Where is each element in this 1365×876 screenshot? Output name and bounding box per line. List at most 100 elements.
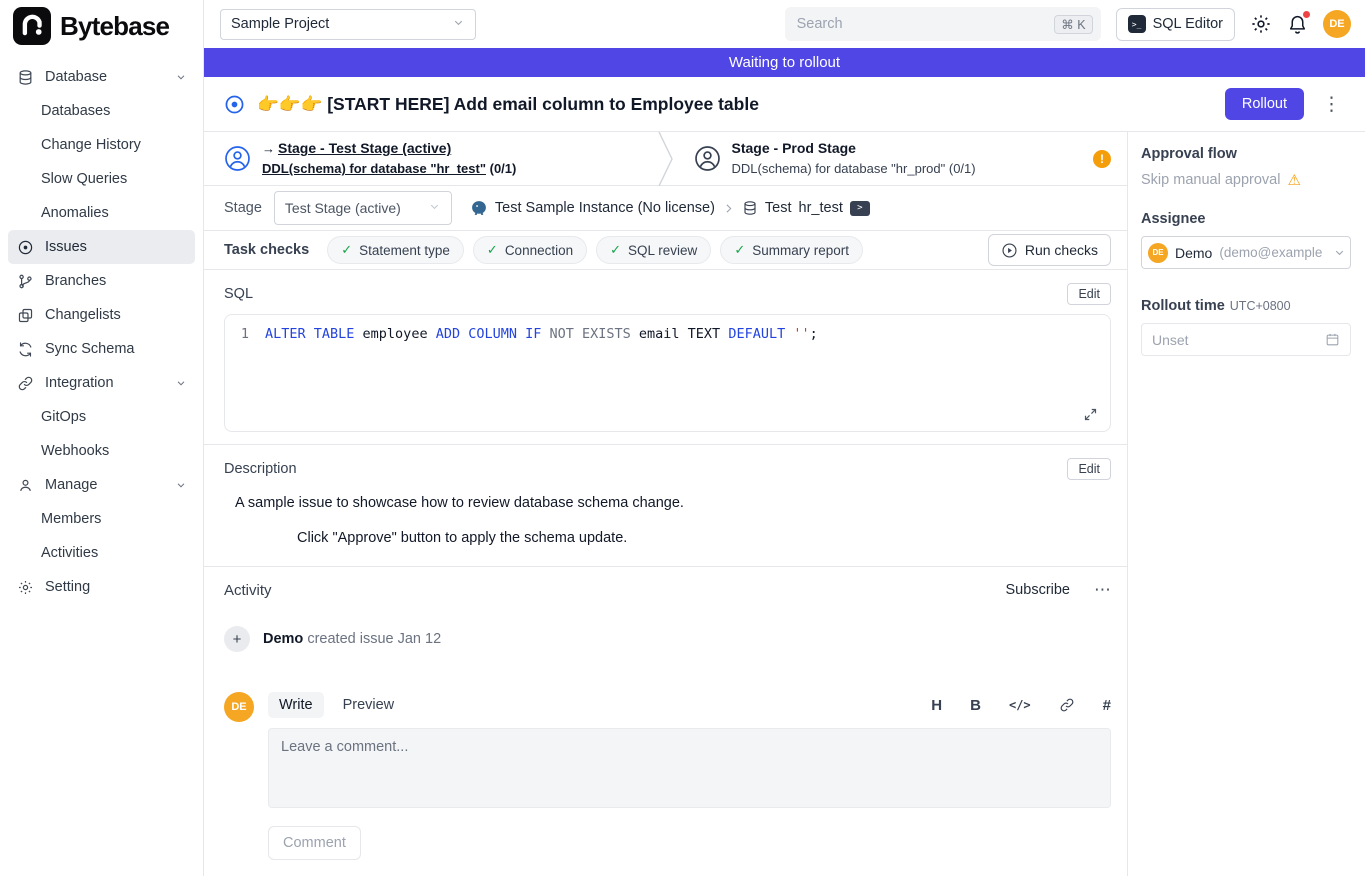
environment-name: Test xyxy=(765,200,792,216)
check-pill-connection[interactable]: ✓Connection xyxy=(473,236,587,264)
hash-format-icon[interactable]: # xyxy=(1103,697,1111,714)
postgres-elephant-icon xyxy=(470,199,488,217)
rollout-button[interactable]: Rollout xyxy=(1225,88,1304,120)
comment-submit-button[interactable]: Comment xyxy=(268,826,361,860)
chevron-down-icon xyxy=(1333,246,1346,259)
settings-gear-icon[interactable] xyxy=(1250,13,1272,35)
issue-title: 👉👉👉 [START HERE] Add email column to Emp… xyxy=(257,94,759,115)
chevron-down-icon xyxy=(175,377,187,389)
project-selector-value: Sample Project xyxy=(231,16,329,32)
sql-editor-block[interactable]: 1ALTER TABLE employee ADD COLUMN IF NOT … xyxy=(224,314,1111,432)
event-actor: Demo xyxy=(263,631,303,647)
comment-composer: DE Write Preview H B </> # xyxy=(224,692,1111,876)
tab-preview[interactable]: Preview xyxy=(332,692,406,718)
sidebar-item-database[interactable]: Database xyxy=(8,60,195,94)
sidebar-item-sync-schema[interactable]: Sync Schema xyxy=(8,332,195,366)
assignee-name: Demo xyxy=(1175,245,1212,261)
description-text: Click "Approve" button to apply the sche… xyxy=(297,530,1111,546)
sql-edit-button[interactable]: Edit xyxy=(1067,283,1111,305)
activity-event: + Demo created issue Jan 12 xyxy=(224,626,1111,652)
brand-header[interactable]: Bytebase xyxy=(0,0,203,52)
open-in-sql-editor-icon[interactable]: > xyxy=(850,201,870,216)
heading-format-icon[interactable]: H xyxy=(931,697,942,714)
warning-badge: ! xyxy=(1093,150,1111,168)
tab-write[interactable]: Write xyxy=(268,692,324,718)
activity-menu-icon[interactable]: ⋯ xyxy=(1094,580,1111,600)
stage-test-cell[interactable]: →Stage - Test Stage (active) DDL(schema)… xyxy=(204,132,658,185)
stage-select[interactable]: Test Stage (active) xyxy=(274,191,452,225)
brand-name: Bytebase xyxy=(60,11,169,42)
calendar-icon xyxy=(1325,332,1340,347)
user-avatar: DE xyxy=(224,692,254,722)
user-icon xyxy=(16,477,34,494)
instance-name[interactable]: Test Sample Instance (No license) xyxy=(495,200,715,216)
sidebar-item-setting[interactable]: Setting xyxy=(8,570,195,604)
chevron-down-icon xyxy=(175,479,187,491)
sidebar-item-issues[interactable]: Issues xyxy=(8,230,195,264)
sidebar-item-members[interactable]: Members xyxy=(8,502,195,536)
notification-bell-icon[interactable] xyxy=(1287,14,1308,35)
topbar: Sample Project ⌘ K >_ SQL Editor DE xyxy=(204,0,1365,48)
stage-prod-cell[interactable]: Stage - Prod Stage DDL(schema) for datab… xyxy=(674,132,1128,185)
database-icon xyxy=(16,69,34,86)
sidebar-item-activities[interactable]: Activities xyxy=(8,536,195,570)
search-shortcut-badge: ⌘ K xyxy=(1054,15,1092,34)
play-circle-icon xyxy=(1001,242,1018,259)
subscribe-button[interactable]: Subscribe xyxy=(1006,582,1070,598)
description-section: Description Edit A sample issue to showc… xyxy=(204,444,1127,566)
sidebar-item-anomalies[interactable]: Anomalies xyxy=(8,196,195,230)
event-text: created issue Jan 12 xyxy=(307,631,441,647)
user-avatar[interactable]: DE xyxy=(1323,10,1351,38)
comment-input[interactable] xyxy=(268,728,1111,808)
chevron-down-icon xyxy=(452,16,465,33)
expand-icon[interactable] xyxy=(1083,407,1098,422)
description-edit-button[interactable]: Edit xyxy=(1067,458,1111,480)
sidebar-item-webhooks[interactable]: Webhooks xyxy=(8,434,195,468)
task-checks-label: Task checks xyxy=(224,242,309,258)
check-pill-summary-report[interactable]: ✓Summary report xyxy=(720,236,863,264)
notification-dot xyxy=(1303,11,1310,18)
rollout-time-label: Rollout time xyxy=(1141,298,1225,314)
database-name[interactable]: hr_test xyxy=(799,200,843,216)
stage-divider xyxy=(658,132,674,185)
rollout-time-input[interactable]: Unset xyxy=(1141,323,1351,356)
sql-editor-button[interactable]: >_ SQL Editor xyxy=(1116,8,1235,41)
sidebar-item-change-history[interactable]: Change History xyxy=(8,128,195,162)
rollout-timezone: UTC+0800 xyxy=(1230,299,1291,313)
chevron-right-icon xyxy=(722,202,735,215)
sync-icon xyxy=(16,341,34,358)
check-pill-statement-type[interactable]: ✓Statement type xyxy=(327,236,464,264)
project-selector[interactable]: Sample Project xyxy=(220,9,476,40)
approval-flow-label: Approval flow xyxy=(1141,146,1351,162)
stage-selector-row: Stage Test Stage (active) Test Sample In… xyxy=(204,186,1127,231)
main-column: Sample Project ⌘ K >_ SQL Editor DE xyxy=(204,0,1365,876)
issue-open-status-icon xyxy=(224,94,245,115)
link-icon xyxy=(16,375,34,392)
check-icon: ✓ xyxy=(341,242,352,258)
code-format-icon[interactable]: </> xyxy=(1009,698,1031,712)
chevron-down-icon xyxy=(175,71,187,83)
line-number: 1 xyxy=(225,326,265,342)
sidebar-item-databases[interactable]: Databases xyxy=(8,94,195,128)
sidebar-item-slow-queries[interactable]: Slow Queries xyxy=(8,162,195,196)
check-pill-sql-review[interactable]: ✓SQL review xyxy=(596,236,711,264)
sidebar-item-gitops[interactable]: GitOps xyxy=(8,400,195,434)
activity-label: Activity xyxy=(224,582,272,599)
bytebase-logo-icon xyxy=(13,7,51,45)
app-root: Bytebase Database Databases Change Histo… xyxy=(0,0,1365,876)
assignee-select[interactable]: DE Demo (demo@example xyxy=(1141,236,1351,269)
sidebar-item-branches[interactable]: Branches xyxy=(8,264,195,298)
bold-format-icon[interactable]: B xyxy=(970,697,981,714)
run-checks-button[interactable]: Run checks xyxy=(988,234,1111,266)
search-box[interactable]: ⌘ K xyxy=(785,7,1101,41)
sidebar-item-changelists[interactable]: Changelists xyxy=(8,298,195,332)
sidebar-item-integration[interactable]: Integration xyxy=(8,366,195,400)
search-input[interactable] xyxy=(797,16,1055,32)
gear-icon xyxy=(16,579,34,596)
check-icon: ✓ xyxy=(734,242,745,258)
link-format-icon[interactable] xyxy=(1059,697,1075,713)
description-label: Description xyxy=(224,461,297,477)
kebab-menu-icon[interactable]: ⋮ xyxy=(1316,93,1347,116)
sidebar-item-manage[interactable]: Manage xyxy=(8,468,195,502)
branch-icon xyxy=(16,273,34,290)
